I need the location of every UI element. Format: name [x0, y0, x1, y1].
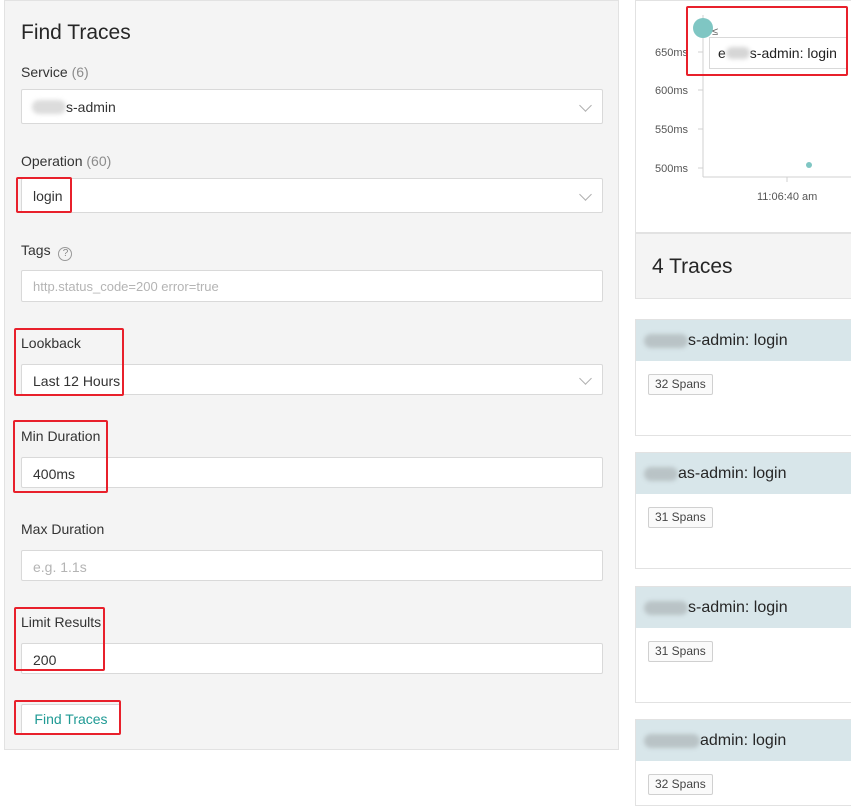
tags-input[interactable]: http.status_code=200 error=true — [21, 270, 603, 302]
lookback-select[interactable]: Last 12 Hours — [21, 364, 603, 395]
y-tick-label: 600ms — [655, 85, 689, 97]
max-duration-placeholder: e.g. 1.1s — [33, 559, 87, 575]
span-count-badge: 31 Spans — [648, 507, 713, 528]
trace-point[interactable] — [693, 18, 713, 38]
traces-count-header: 4 Traces — [635, 233, 851, 299]
help-icon[interactable]: ? — [58, 247, 73, 261]
page-title: Find Traces — [21, 21, 131, 44]
redacted-text — [644, 334, 688, 348]
tags-label: Tags ? — [21, 242, 73, 261]
trace-name: admin: login — [700, 732, 787, 749]
redacted-text — [644, 467, 678, 481]
redacted-text — [644, 734, 700, 748]
y-tick-label: 500ms — [655, 163, 689, 175]
operation-label: Operation (60) — [21, 153, 112, 169]
x-tick-label: 11:06:40 am — [757, 191, 817, 203]
operation-select[interactable]: login — [21, 178, 603, 213]
y-tick-label: 650ms — [655, 47, 689, 59]
trace-name: s-admin: login — [688, 332, 788, 349]
span-count-badge: 32 Spans — [648, 774, 713, 795]
chevron-down-icon — [579, 188, 592, 201]
trace-title-bar[interactable]: s-admin: login — [636, 320, 851, 361]
tooltip-text: e s-admin: login — [718, 45, 837, 61]
trace-item[interactable]: s-admin: login 31 Spans — [635, 586, 851, 703]
min-duration-label: Min Duration — [21, 428, 101, 444]
trace-item[interactable]: as-admin: login 31 Spans — [635, 452, 851, 569]
limit-results-value: 200 — [33, 652, 57, 668]
service-label: Service (6) — [21, 64, 89, 80]
chart-tooltip: e s-admin: login — [709, 37, 847, 69]
trace-point[interactable] — [806, 162, 812, 168]
service-value: s-admin — [66, 99, 116, 115]
lookback-value: Last 12 Hours — [33, 373, 121, 389]
find-traces-button[interactable]: Find Traces — [21, 704, 121, 735]
span-count-badge: 32 Spans — [648, 374, 713, 395]
lookback-label: Lookback — [21, 335, 81, 351]
traces-count: 4 Traces — [652, 255, 733, 278]
trace-name: as-admin: login — [678, 465, 787, 482]
limit-results-label: Limit Results — [21, 614, 102, 630]
service-count: (6) — [71, 64, 89, 80]
limit-results-input[interactable]: 200 — [21, 643, 603, 674]
trace-title-bar[interactable]: as-admin: login — [636, 453, 851, 494]
chevron-down-icon — [579, 99, 592, 112]
span-count-badge: 31 Spans — [648, 641, 713, 662]
service-select[interactable]: s-admin — [21, 89, 603, 124]
min-duration-input[interactable]: 400ms — [21, 457, 603, 488]
redacted-text — [644, 601, 688, 615]
trace-scatter-chart: 650ms 600ms 550ms 500ms 11:06:40 am ≤ — [635, 0, 851, 233]
redacted-text — [725, 47, 750, 59]
trace-item[interactable]: s-admin: login 32 Spans — [635, 319, 851, 436]
y-tick-label: 550ms — [655, 124, 689, 136]
operation-value: login — [33, 188, 63, 204]
search-panel: Find Traces Service (6) s-admin Operatio… — [4, 0, 619, 750]
min-duration-value: 400ms — [33, 466, 76, 482]
trace-title-bar[interactable]: admin: login — [636, 720, 851, 761]
max-duration-label: Max Duration — [21, 521, 105, 537]
chevron-down-icon — [579, 372, 592, 385]
operation-count: (60) — [86, 153, 112, 169]
trace-title-bar[interactable]: s-admin: login — [636, 587, 851, 628]
redacted-text — [32, 100, 66, 114]
trace-name: s-admin: login — [688, 599, 788, 616]
tags-placeholder: http.status_code=200 error=true — [33, 279, 219, 294]
max-duration-input[interactable]: e.g. 1.1s — [21, 550, 603, 581]
scatter-plot: 650ms 600ms 550ms 500ms 11:06:40 am ≤ — [655, 15, 851, 203]
trace-item[interactable]: admin: login 32 Spans — [635, 719, 851, 806]
